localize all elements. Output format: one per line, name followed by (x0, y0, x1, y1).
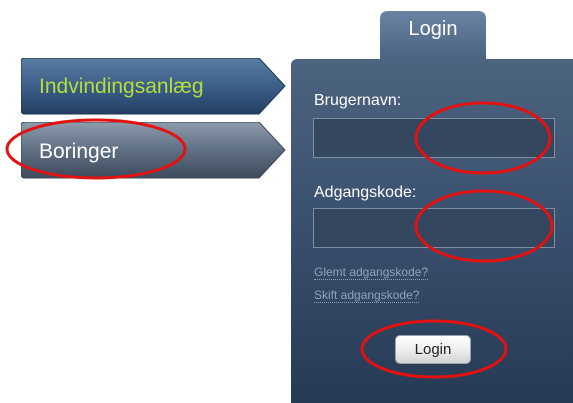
nav-item-indvindingsanlaeg[interactable]: Indvindingsanlæg (21, 58, 287, 118)
password-input[interactable] (313, 208, 555, 248)
nav-item-boringer[interactable]: Boringer (21, 122, 287, 182)
forgot-password-link[interactable]: Glemt adgangskode? (314, 265, 429, 280)
login-panel: Brugernavn: Adgangskode: Glemt adgangsko… (291, 59, 573, 403)
login-button[interactable]: Login (395, 335, 471, 364)
nav-item-label: Boringer (39, 140, 119, 163)
tab-login-label: Login (408, 18, 458, 40)
username-label: Brugernavn: (314, 92, 402, 109)
nav-item-label: Indvindingsanlæg (39, 75, 204, 98)
tab-login[interactable]: Login (380, 11, 486, 61)
change-password-link[interactable]: Skift adgangskode? (314, 288, 420, 303)
login-page: Indvindingsanlæg Boringer Login Brugerna… (0, 0, 573, 403)
password-label: Adgangskode: (314, 184, 417, 201)
username-input[interactable] (313, 118, 555, 158)
